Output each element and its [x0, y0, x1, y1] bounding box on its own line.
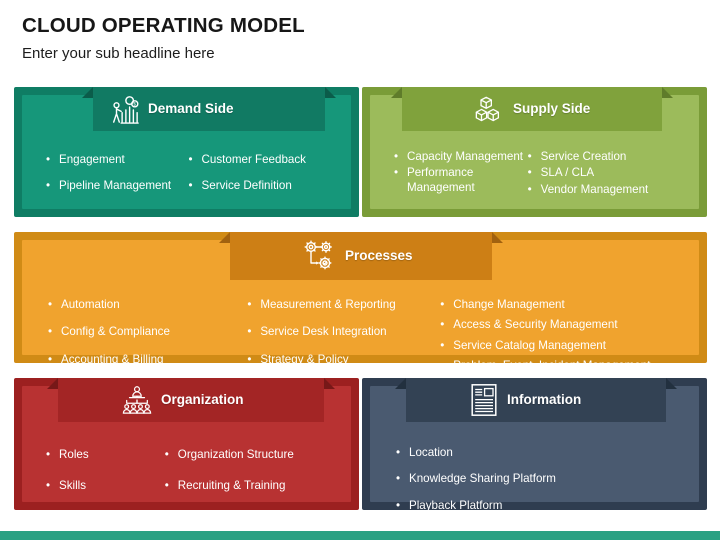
bullet-list: Location Knowledge Sharing Platform Play… — [394, 446, 689, 525]
bullet-column: Location Knowledge Sharing Platform Play… — [394, 446, 689, 514]
svg-text:$: $ — [133, 102, 136, 107]
list-item: Pipeline Management — [44, 179, 187, 194]
bullet-column: Automation Config & Compliance Accountin… — [46, 298, 245, 368]
list-item: Access & Security Management — [438, 318, 689, 333]
bullet-column: Change Management Access & Security Mana… — [438, 298, 689, 374]
panel-information[interactable]: Information Location Knowledge Sharing P… — [362, 378, 707, 514]
panel-content: Capacity Management Performance Manageme… — [370, 139, 699, 209]
panel-content: Roles Skills Organization Structure Recr… — [22, 430, 351, 502]
list-item: Performance Management — [392, 166, 526, 195]
list-item: Recruiting & Training — [163, 479, 294, 494]
title-block: CLOUD OPERATING MODEL Enter your sub hea… — [22, 14, 305, 62]
panel-header-ribbon[interactable]: Processes — [219, 232, 503, 280]
list-item: Strategy & Policy — [245, 353, 438, 368]
list-item: Engagement — [44, 153, 187, 168]
person-growth-chart-icon: $ — [109, 94, 139, 124]
list-item: Service Definition — [187, 179, 306, 194]
bullet-column: Service Creation SLA / CLA Vendor Manage… — [526, 150, 649, 209]
list-item: Change Management — [438, 298, 689, 313]
bullet-list: Service Creation SLA / CLA Vendor Manage… — [526, 150, 649, 199]
stacked-boxes-icon — [474, 94, 504, 124]
gears-process-icon — [302, 239, 336, 273]
list-item: Automation — [46, 298, 245, 313]
panel-supply-side[interactable]: Supply Side Capacity Management Performa… — [362, 87, 707, 217]
list-item: Roles — [44, 448, 163, 463]
page-subtitle: Enter your sub headline here — [22, 44, 215, 62]
bullet-list: Automation Config & Compliance Accountin… — [46, 298, 245, 380]
list-item: Customer Feedback — [187, 153, 306, 168]
bullet-list: Roles Skills — [44, 448, 163, 511]
panel-header-ribbon[interactable]: $ Demand Side — [82, 87, 336, 131]
list-item: Organization Structure — [163, 448, 294, 463]
bullet-list: Customer Feedback Service Definition — [187, 153, 306, 206]
panel-title: Processes — [345, 248, 413, 264]
list-item: Service Catalog Management — [438, 339, 689, 354]
bullet-list: Engagement Pipeline Management — [44, 153, 187, 206]
panel-title: Demand Side — [148, 101, 234, 117]
list-item: Knowledge Sharing Platform — [394, 472, 689, 487]
bottom-accent-bar — [0, 531, 720, 540]
panel-title: Information — [507, 392, 582, 408]
page-title: CLOUD OPERATING MODEL — [22, 14, 305, 37]
bullet-column: Customer Feedback Service Definition — [187, 153, 306, 209]
bullet-list: Measurement & Reporting Service Desk Int… — [245, 298, 438, 380]
panel-content: Location Knowledge Sharing Platform Play… — [370, 430, 699, 514]
list-item: SLA / CLA — [526, 166, 649, 181]
panel-header-ribbon[interactable]: Organization — [47, 378, 335, 422]
slide-canvas: CLOUD OPERATING MODEL Enter your sub hea… — [0, 0, 720, 540]
list-item: Location — [394, 446, 689, 461]
list-item: Problem, Event. Incident Management — [438, 359, 689, 374]
list-item: Service Creation — [526, 150, 649, 165]
panel-header-ribbon[interactable]: Information — [395, 378, 677, 422]
list-item: Measurement & Reporting — [245, 298, 438, 313]
panel-demand-side[interactable]: $ Demand Side Engagement Pipeline Manage… — [14, 87, 359, 217]
bullet-column: Engagement Pipeline Management — [44, 153, 187, 209]
bullet-column: Measurement & Reporting Service Desk Int… — [245, 298, 438, 368]
list-item: Capacity Management — [392, 150, 526, 165]
bullet-column: Organization Structure Recruiting & Trai… — [163, 448, 294, 502]
list-item: Playback Platform — [394, 499, 689, 514]
panel-content: Engagement Pipeline Management Customer … — [22, 139, 351, 209]
bullet-list: Capacity Management Performance Manageme… — [392, 150, 526, 197]
bullet-list: Organization Structure Recruiting & Trai… — [163, 448, 294, 511]
bullet-column: Capacity Management Performance Manageme… — [392, 150, 526, 209]
bullet-list: Change Management Access & Security Mana… — [438, 298, 689, 380]
panel-organization[interactable]: Organization Roles Skills Organization S… — [14, 378, 359, 510]
panel-processes[interactable]: Processes Automation Config & Compliance… — [14, 232, 707, 374]
panel-title: Organization — [161, 392, 244, 408]
panel-content: Automation Config & Compliance Accountin… — [22, 288, 699, 374]
list-item: Vendor Management — [526, 183, 649, 198]
document-lines-icon — [470, 383, 498, 417]
panel-header-ribbon[interactable]: Supply Side — [391, 87, 673, 131]
list-item: Skills — [44, 479, 163, 494]
list-item: Accounting & Billing — [46, 353, 245, 368]
list-item: Config & Compliance — [46, 325, 245, 340]
list-item: Service Desk Integration — [245, 325, 438, 340]
bullet-column: Roles Skills — [44, 448, 163, 502]
panel-title: Supply Side — [513, 101, 591, 117]
org-chart-icon — [122, 385, 152, 415]
